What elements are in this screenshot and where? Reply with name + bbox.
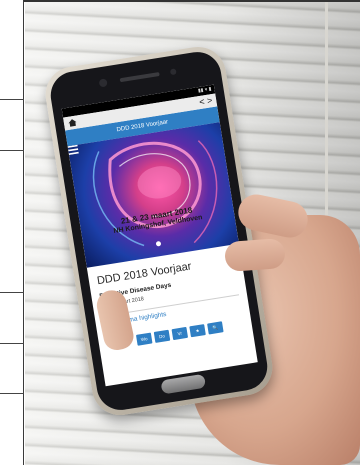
hero-banner: 21 & 23 maart 2018 NH Koningshof, Veldho… (67, 122, 239, 268)
day-button-do[interactable]: Do (153, 329, 171, 343)
divider-line (0, 343, 24, 344)
nav-arrows-icon[interactable]: < > (199, 95, 213, 107)
earpiece-speaker (119, 72, 160, 83)
phone-screen: ▮▮ ▾ ▮ < > DDD 2018 Voorjaar 21 & 23 maa… (61, 84, 258, 387)
left-margin-strip (0, 0, 24, 465)
divider-line (0, 150, 24, 151)
day-button-vr[interactable]: Vr (171, 326, 189, 341)
divider-line (0, 292, 24, 293)
divider-line (0, 393, 24, 394)
finger (224, 237, 286, 273)
favorites-star-icon[interactable]: ★ (189, 324, 206, 338)
search-icon[interactable]: 🔍 (207, 321, 224, 335)
divider-line (0, 99, 24, 100)
home-icon[interactable] (67, 118, 77, 128)
hamburger-icon[interactable] (67, 144, 79, 155)
stomach-illustration (92, 140, 218, 247)
day-button-wo[interactable]: Wo (135, 332, 153, 346)
home-button[interactable] (160, 373, 207, 395)
sensor-icon (169, 68, 177, 76)
front-camera-icon (98, 78, 108, 88)
